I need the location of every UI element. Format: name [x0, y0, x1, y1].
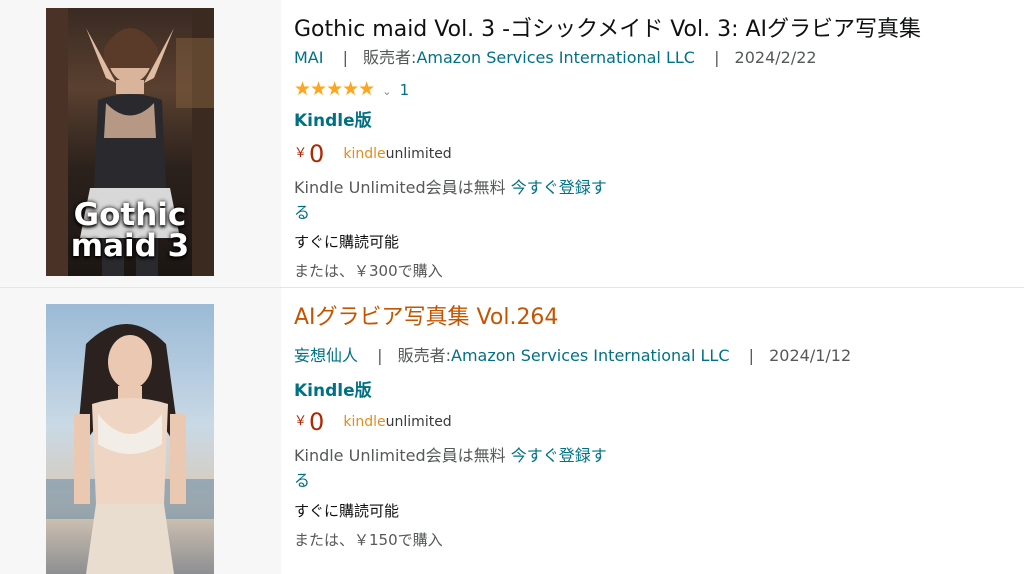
seller-link[interactable]: Amazon Services International LLC: [451, 346, 730, 365]
seller-label: 販売者:: [363, 48, 417, 67]
book-cover-image[interactable]: [46, 304, 214, 574]
price-block[interactable]: ￥0 kindleunlimited: [294, 408, 452, 436]
kindle-unlimited-logo: kindleunlimited: [343, 414, 452, 430]
format-link[interactable]: Kindle版: [294, 106, 372, 131]
seller-link[interactable]: Amazon Services International LLC: [416, 48, 695, 67]
seller-label: 販売者:: [397, 346, 451, 365]
product-title[interactable]: AIグラビア写真集 Vol.264: [294, 303, 558, 333]
author-link[interactable]: 妄想仙人: [294, 346, 358, 365]
rating[interactable]: ★★★★★ ⌄ 1: [294, 78, 410, 100]
search-result: Gothic maid 3 Gothic maid Vol. 3 -ゴシックメイド…: [0, 0, 1024, 287]
divider: |: [748, 346, 754, 365]
price-block[interactable]: ￥0 kindleunlimited: [294, 140, 452, 168]
buy-price[interactable]: または、￥150で購入: [294, 529, 443, 550]
cover-illustration: [46, 324, 214, 574]
divider: |: [342, 48, 348, 67]
rating-count[interactable]: 1: [400, 81, 410, 99]
availability: すぐに購読可能: [294, 502, 400, 520]
publish-date: 2024/1/12: [769, 346, 852, 365]
byline: MAI | 販売者:Amazon Services International …: [294, 48, 817, 68]
publish-date: 2024/2/22: [734, 48, 817, 67]
result-info: AIグラビア写真集 Vol.264 妄想仙人 | 販売者:Amazon Serv…: [294, 288, 1024, 574]
cover-title-text: Gothic maid 3: [70, 197, 190, 264]
promo-text: Kindle Unlimited会員は無料: [294, 178, 511, 197]
byline: 妄想仙人 | 販売者:Amazon Services International…: [294, 346, 851, 366]
ku-promo: Kindle Unlimited会員は無料 今すぐ登録する: [294, 443, 614, 493]
promo-text: Kindle Unlimited会員は無料: [294, 446, 511, 465]
kindle-unlimited-logo: kindleunlimited: [343, 146, 452, 162]
currency-symbol: ￥: [294, 414, 308, 429]
format-link[interactable]: Kindle版: [294, 376, 372, 401]
result-info: Gothic maid Vol. 3 -ゴシックメイド Vol. 3: AIグラ…: [294, 0, 1024, 287]
availability: すぐに購読可能: [294, 233, 400, 251]
author-link[interactable]: MAI: [294, 48, 323, 67]
chevron-down-icon[interactable]: ⌄: [382, 85, 391, 98]
currency-symbol: ￥: [294, 146, 308, 161]
price-amount: 0: [309, 408, 325, 436]
star-rating-icon: ★★★★★: [294, 78, 375, 100]
product-title[interactable]: Gothic maid Vol. 3 -ゴシックメイド Vol. 3: AIグラ…: [294, 15, 921, 45]
thumbnail-column: Gothic maid 3: [0, 0, 281, 287]
divider: |: [377, 346, 383, 365]
thumbnail-column: [0, 288, 281, 574]
ku-promo: Kindle Unlimited会員は無料 今すぐ登録する: [294, 175, 614, 225]
price-amount: 0: [309, 140, 325, 168]
book-cover-image[interactable]: Gothic maid 3: [46, 8, 214, 276]
search-result: AIグラビア写真集 Vol.264 妄想仙人 | 販売者:Amazon Serv…: [0, 287, 1024, 574]
buy-price[interactable]: または、￥300で購入: [294, 260, 443, 281]
divider: |: [714, 48, 720, 67]
